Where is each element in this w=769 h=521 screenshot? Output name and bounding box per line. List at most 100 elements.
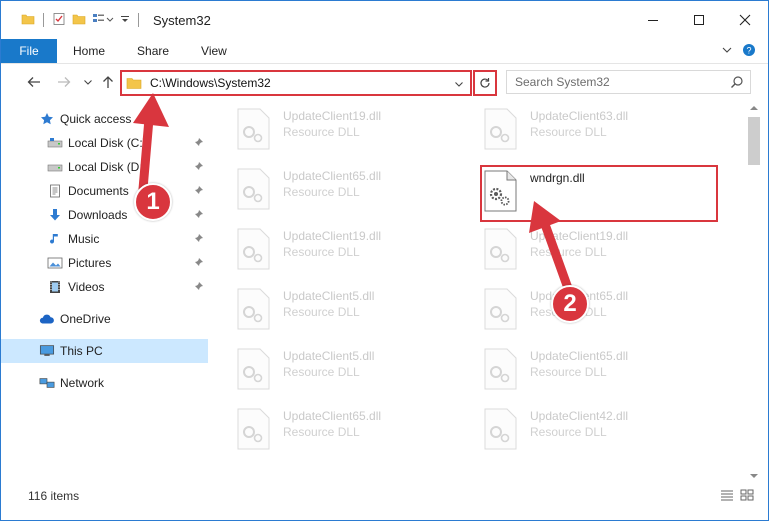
navigation-pane: Quick access Local Disk (C:) Local Disk … [1,101,211,477]
sidebar-item-label: Quick access [60,112,132,126]
file-type: Resource DLL [283,365,360,379]
title-bar: System32 [1,1,768,39]
view-toggle [720,489,754,504]
scroll-up-icon [750,106,758,110]
sidebar-item-this-pc[interactable]: This PC [1,339,208,363]
list-item[interactable]: UpdateClient65.dll Resource DLL [460,341,700,397]
sidebar-item-videos[interactable]: Videos [1,275,208,299]
file-type: Resource DLL [530,425,607,439]
toolbar-divider [138,13,139,27]
sidebar-item-music[interactable]: Music [1,227,208,251]
ribbon-right-controls: ? [722,39,768,63]
pin-icon [194,280,204,294]
dll-file-icon [484,228,517,270]
file-highlight-box [480,165,718,222]
refresh-icon [480,78,490,88]
ribbon-tabs: File Home Share View ? [1,39,768,64]
minimize-button[interactable] [630,1,676,39]
video-icon [47,279,63,295]
sidebar-item-pictures[interactable]: Pictures [1,251,208,275]
search-placeholder: Search System32 [515,75,610,89]
forward-button[interactable] [53,71,75,93]
back-button[interactable] [23,71,45,93]
folder-icon [21,12,35,29]
tab-file[interactable]: File [1,39,57,63]
file-type: Resource DLL [283,305,360,319]
list-item[interactable]: UpdateClient19.dll Resource DLL [213,101,453,157]
expand-ribbon-icon[interactable] [722,44,732,58]
file-type: Resource DLL [283,185,360,199]
pin-icon [194,184,204,198]
dll-file-icon [484,348,517,390]
properties-icon[interactable] [52,12,66,29]
file-type: Resource DLL [530,125,607,139]
list-item[interactable]: UpdateClient63.dll Resource DLL [460,101,700,157]
customize-toolbar-icon[interactable] [92,12,114,29]
list-item[interactable]: UpdateClient19.dll Resource DLL [213,221,453,277]
svg-text:?: ? [746,45,751,55]
file-name: UpdateClient5.dll [283,349,375,363]
list-item[interactable]: UpdateClient65.dll Resource DLL [213,161,453,217]
explorer-window: System32 File Home Share View ? C:\Windo… [0,0,769,521]
tab-home[interactable]: Home [57,39,121,63]
list-item[interactable]: UpdateClient42.dll Resource DLL [460,401,700,457]
file-type: Resource DLL [283,245,360,259]
scrollbar-thumb[interactable] [748,117,760,165]
address-bar[interactable]: C:\Windows\System32 [120,70,472,96]
up-button[interactable] [97,71,119,93]
tab-view[interactable]: View [185,39,243,63]
scroll-down-icon [750,474,758,478]
window-controls [630,1,768,39]
dropdown-arrow-icon[interactable] [120,12,130,29]
up-arrow-icon [103,76,113,88]
file-type: Resource DLL [283,425,360,439]
sidebar-item-documents[interactable]: Documents [1,179,208,203]
dll-file-icon [484,288,517,330]
close-button[interactable] [722,1,768,39]
sidebar-item-network[interactable]: Network [1,371,208,395]
file-name: UpdateClient19.dll [283,229,382,243]
status-bar: 116 items [1,485,768,507]
back-arrow-icon [27,77,40,87]
sidebar-item-local-disk-d[interactable]: Local Disk (D:) [1,155,208,179]
sidebar-item-label: OneDrive [60,312,111,326]
sidebar-item-onedrive[interactable]: OneDrive [1,307,208,331]
search-input[interactable]: Search System32 [506,70,751,94]
document-icon [47,183,63,199]
chevron-down-icon[interactable] [454,78,464,92]
list-item[interactable]: UpdateClient19.dll Resource DLL [460,221,700,277]
help-icon[interactable]: ? [742,43,756,60]
file-name: UpdateClient42.dll [530,409,629,423]
sidebar-item-quick-access[interactable]: Quick access [1,107,208,131]
large-icons-view-icon[interactable] [740,489,754,504]
file-type: Resource DLL [283,125,360,139]
navigation-bar: C:\Windows\System32 Search System32 [1,65,768,99]
vertical-scrollbar[interactable] [746,101,764,485]
sidebar-item-label: This PC [60,344,103,358]
dll-file-icon [237,348,270,390]
pin-icon [194,136,204,150]
list-item[interactable]: UpdateClient5.dll Resource DLL [213,281,453,337]
sidebar-item-local-disk-c[interactable]: Local Disk (C:) [1,131,208,155]
list-item[interactable]: UpdateClient65.dll Resource DLL [213,401,453,457]
maximize-button[interactable] [676,1,722,39]
dll-file-icon [237,168,270,210]
sidebar-item-downloads[interactable]: Downloads [1,203,208,227]
item-count: 116 items [28,489,80,503]
pin-icon [194,208,204,222]
address-path: C:\Windows\System32 [150,76,271,90]
refresh-button[interactable] [473,70,497,96]
recent-locations-button[interactable] [77,71,99,93]
sidebar-item-label: Videos [68,280,105,294]
search-icon[interactable] [730,75,744,92]
file-name: UpdateClient63.dll [530,109,629,123]
pin-icon [194,232,204,246]
list-item[interactable]: UpdateClient5.dll Resource DLL [213,341,453,397]
tab-share[interactable]: Share [121,39,185,63]
details-view-icon[interactable] [720,489,734,504]
close-icon [739,14,751,26]
chevron-down-icon [84,80,92,85]
drive-icon [47,159,63,175]
new-folder-icon[interactable] [72,12,86,29]
quick-access-toolbar [1,12,141,29]
